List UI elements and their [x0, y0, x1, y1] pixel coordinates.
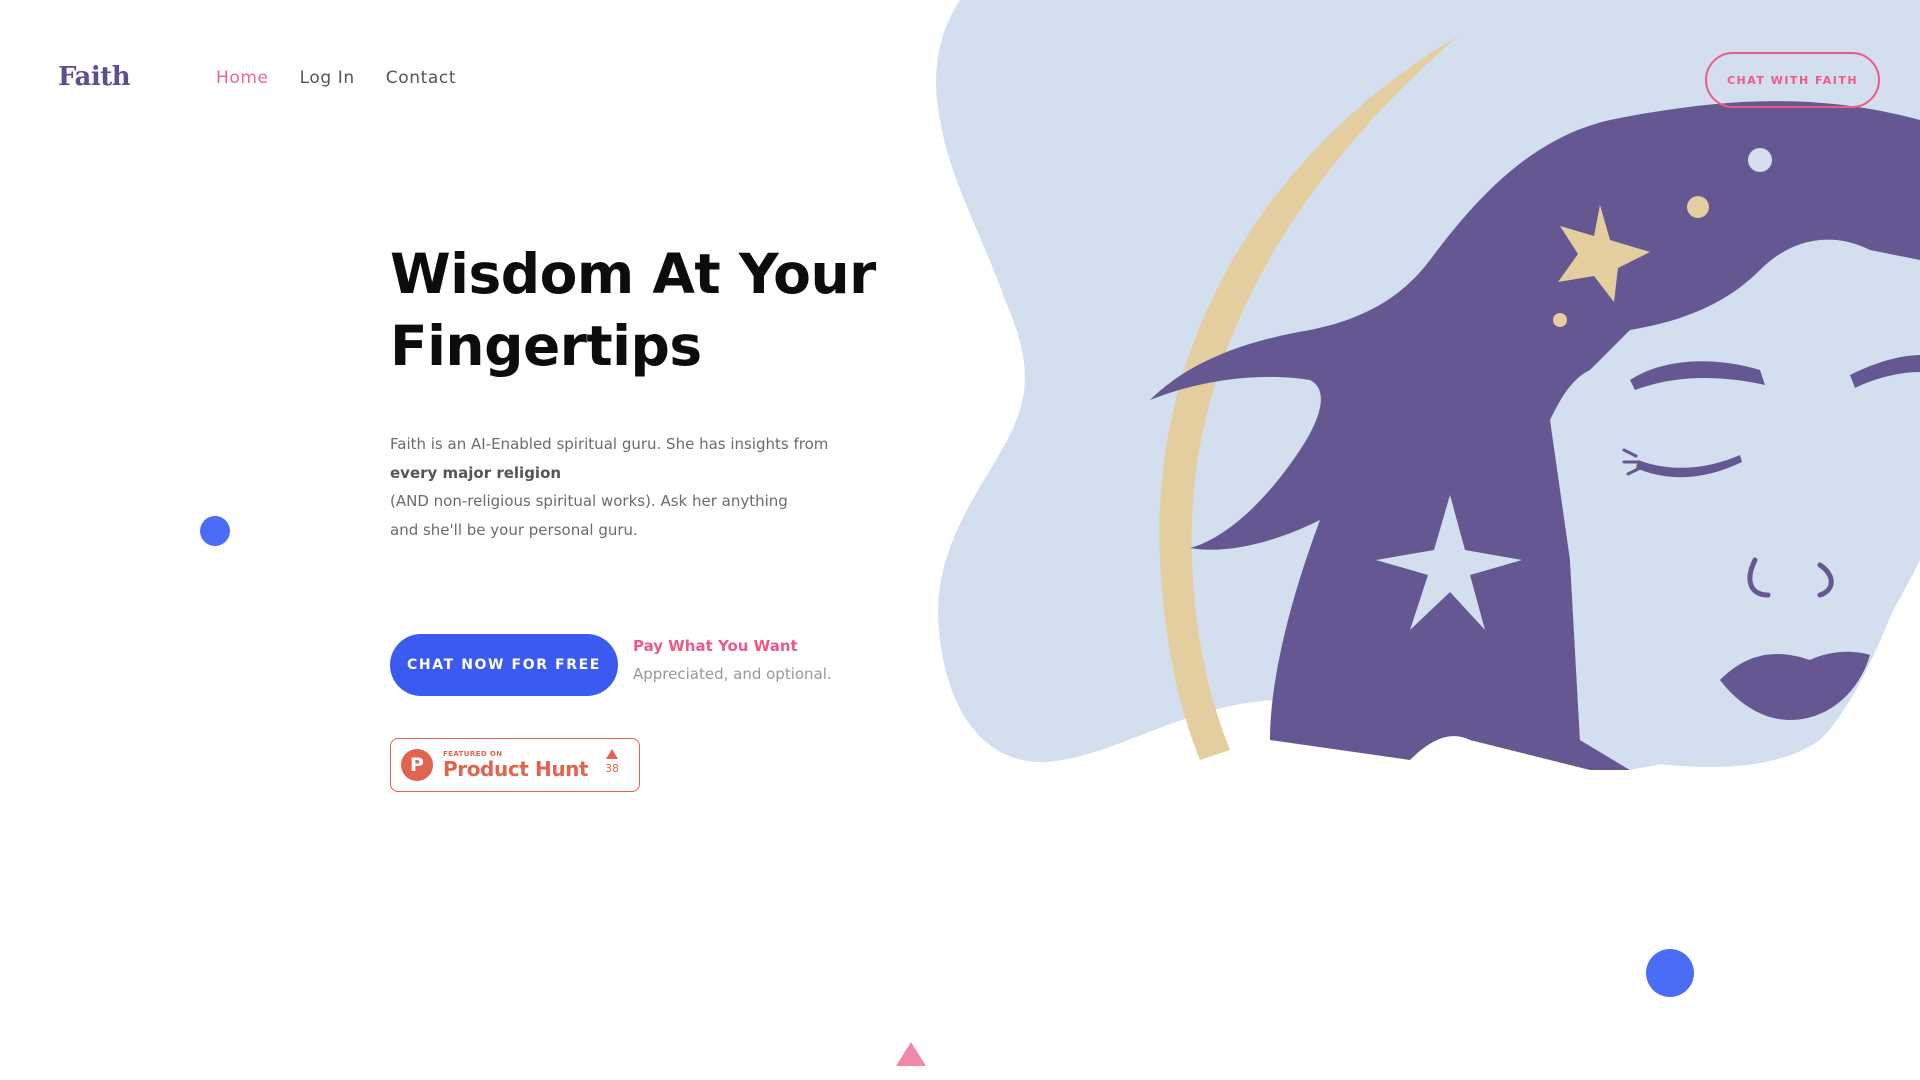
upvote-arrow-icon [606, 749, 618, 759]
product-hunt-name: Product Hunt [443, 757, 589, 781]
pay-subtitle: Appreciated, and optional. [633, 665, 832, 683]
main-nav: Home Log In Contact [216, 68, 456, 88]
decorative-dot-right [1646, 949, 1694, 997]
nav-contact-link[interactable]: Contact [386, 68, 456, 88]
product-hunt-text: FEATURED ON Product Hunt [443, 750, 589, 781]
decorative-triangle [896, 1042, 926, 1066]
nav-login-link[interactable]: Log In [300, 68, 355, 88]
hero-illustration [930, 0, 1920, 780]
brand-logo[interactable]: Faith [58, 62, 131, 92]
desc-line-2: every major religion [390, 463, 562, 482]
product-hunt-votes: 38 [605, 749, 619, 775]
chat-with-faith-button[interactable]: CHAT WITH FAITH [1705, 52, 1880, 108]
sparkle-dot-3 [1553, 313, 1567, 327]
hero-description: Faith is an AI-Enabled spiritual guru. S… [390, 430, 860, 544]
hero-title-line-2: Fingertips [390, 314, 702, 378]
hero-title-line-1: Wisdom At Your [390, 242, 876, 306]
product-hunt-logo-icon: P [401, 749, 433, 781]
desc-line-3: (AND non-religious spiritual works). Ask… [390, 492, 788, 510]
vote-count: 38 [605, 762, 619, 775]
hero-title: Wisdom At Your Fingertips [390, 238, 950, 382]
sparkle-dot-2 [1687, 196, 1709, 218]
pay-what-you-want-link[interactable]: Pay What You Want [633, 637, 798, 655]
decorative-dot-left [200, 516, 230, 546]
desc-line-1: Faith is an AI-Enabled spiritual guru. S… [390, 435, 829, 453]
desc-line-4: and she'll be your personal guru. [390, 520, 638, 539]
nav-home-link[interactable]: Home [216, 68, 269, 88]
sparkle-dot-1 [1748, 148, 1772, 172]
product-hunt-badge[interactable]: P FEATURED ON Product Hunt 38 [390, 738, 640, 792]
chat-now-free-button[interactable]: CHAT NOW FOR FREE [390, 634, 618, 696]
